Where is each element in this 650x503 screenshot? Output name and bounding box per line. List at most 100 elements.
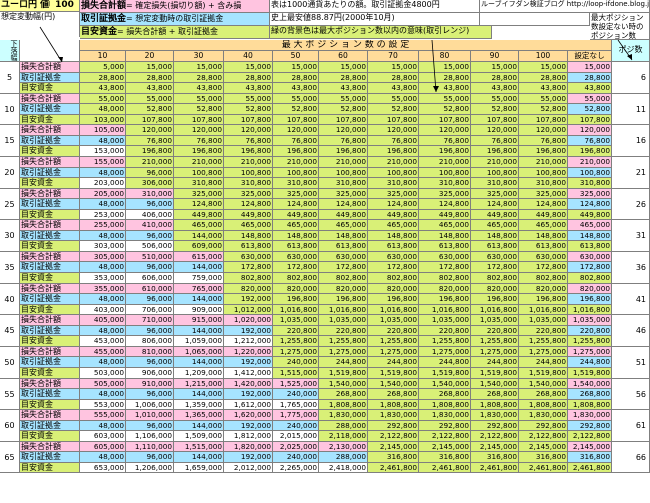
data-cell: 1,106,000: [126, 431, 174, 442]
data-cell: 2,145,000: [519, 442, 568, 452]
data-cell: 292,800: [568, 421, 612, 431]
data-cell: 1,808,800: [319, 400, 368, 410]
data-cell: 820,000: [471, 284, 519, 294]
data-cell: 120,000: [224, 125, 273, 136]
row-label: 目安資金: [20, 463, 80, 473]
data-cell: 310,000: [126, 189, 174, 199]
data-cell: 2,145,000: [368, 442, 419, 452]
data-cell: 1,010,000: [126, 410, 174, 421]
data-cell: 1,212,000: [224, 336, 273, 347]
data-cell: 196,800: [319, 294, 368, 305]
data-cell: 48,000: [80, 326, 126, 336]
col-head-10: 10: [80, 51, 126, 62]
pos-count-cell: 36: [612, 252, 650, 284]
data-cell: 1,012,000: [224, 305, 273, 315]
data-cell: 55,000: [471, 94, 519, 104]
data-cell: 292,800: [419, 421, 471, 431]
data-cell: 196,800: [224, 146, 273, 157]
data-cell: 107,800: [471, 115, 519, 125]
data-cell: 915,000: [174, 315, 224, 326]
data-cell: 1,275,000: [471, 347, 519, 357]
data-cell: 55,000: [174, 94, 224, 104]
data-cell: 1,808,800: [471, 400, 519, 410]
data-cell: 1,016,800: [471, 305, 519, 315]
data-cell: 48,000: [80, 262, 126, 273]
data-cell: 2,122,800: [419, 431, 471, 442]
spreadsheet-grid: ユーロ円 値幅100想定変動幅(円)損失合計額= 確定損失(損切り額) + 含み…: [0, 0, 650, 503]
label-head-blank: [20, 40, 80, 62]
move-width-cell: 10: [0, 94, 20, 125]
data-cell: 353,000: [80, 273, 126, 284]
def-term-3: 目安資金: [81, 27, 118, 37]
data-cell: 310,800: [568, 178, 612, 189]
data-cell: 2,122,800: [568, 431, 612, 442]
data-cell: 1,620,000: [224, 410, 273, 421]
data-cell: 1,830,000: [368, 410, 419, 421]
data-cell: 630,000: [224, 252, 273, 262]
move-width-cell: 25: [0, 189, 20, 220]
data-cell: 410,000: [126, 220, 174, 231]
data-cell: 820,000: [419, 284, 471, 294]
data-cell: 1,765,000: [273, 400, 319, 410]
data-cell: 806,000: [126, 336, 174, 347]
left-header: 下落幅上昇幅: [0, 40, 20, 62]
data-cell: 455,000: [80, 347, 126, 357]
data-cell: 1,820,000: [224, 442, 273, 452]
data-cell: 305,000: [80, 252, 126, 262]
data-cell: 316,800: [471, 452, 519, 463]
data-cell: 55,000: [419, 94, 471, 104]
data-cell: 124,800: [319, 199, 368, 210]
row-label: 損失合計額: [20, 347, 80, 357]
sotei-label: 想定変動幅(円): [0, 12, 80, 24]
data-cell: 2,461,800: [568, 463, 612, 473]
data-cell: 465,000: [174, 220, 224, 231]
data-cell: 15,000: [419, 62, 471, 73]
data-cell: 1,515,000: [273, 368, 319, 379]
row-label: 取引証拠金: [20, 168, 80, 178]
data-cell: 820,000: [319, 284, 368, 294]
data-cell: 96,000: [126, 326, 174, 336]
data-cell: 310,800: [368, 178, 419, 189]
data-cell: 144,000: [174, 294, 224, 305]
data-cell: 1,412,000: [224, 368, 273, 379]
note-per1000: 表は1000通貨あたりの額。取引証拠金4800円: [270, 0, 480, 13]
data-cell: 210,000: [368, 157, 419, 168]
data-cell: 103,000: [80, 115, 126, 125]
data-cell: 52,800: [368, 104, 419, 115]
data-cell: 2,265,000: [273, 463, 319, 473]
data-cell: 76,800: [126, 136, 174, 146]
data-cell: 100,800: [519, 168, 568, 178]
col-head-40: 40: [224, 51, 273, 62]
data-cell: 210,000: [519, 157, 568, 168]
data-cell: 100,800: [568, 168, 612, 178]
data-cell: 55,000: [319, 94, 368, 104]
row-label: 損失合計額: [20, 220, 80, 231]
data-cell: 220,800: [368, 326, 419, 336]
data-cell: 124,800: [273, 199, 319, 210]
data-cell: 2,012,000: [224, 463, 273, 473]
pos-count-cell: 11: [612, 94, 650, 125]
data-cell: 465,000: [273, 220, 319, 231]
col-head-20: 20: [126, 51, 174, 62]
data-cell: 406,000: [126, 210, 174, 220]
data-cell: 802,800: [224, 273, 273, 284]
data-cell: 124,800: [419, 199, 471, 210]
data-cell: 124,800: [368, 199, 419, 210]
data-cell: 2,145,000: [471, 442, 519, 452]
data-cell: 1,525,000: [273, 379, 319, 389]
row-label: 取引証拠金: [20, 452, 80, 463]
data-cell: 48,000: [80, 104, 126, 115]
data-cell: 355,000: [80, 284, 126, 294]
data-cell: 120,000: [273, 125, 319, 136]
data-cell: 15,000: [368, 62, 419, 73]
data-cell: 615,000: [174, 252, 224, 262]
data-cell: 2,461,800: [471, 463, 519, 473]
data-cell: 292,800: [368, 421, 419, 431]
data-cell: 1,519,800: [368, 368, 419, 379]
data-cell: 2,461,800: [368, 463, 419, 473]
data-cell: 1,365,000: [174, 410, 224, 421]
data-cell: 107,800: [224, 115, 273, 125]
data-cell: 1,519,800: [519, 368, 568, 379]
data-cell: 196,800: [471, 294, 519, 305]
data-cell: 48,000: [80, 231, 126, 241]
